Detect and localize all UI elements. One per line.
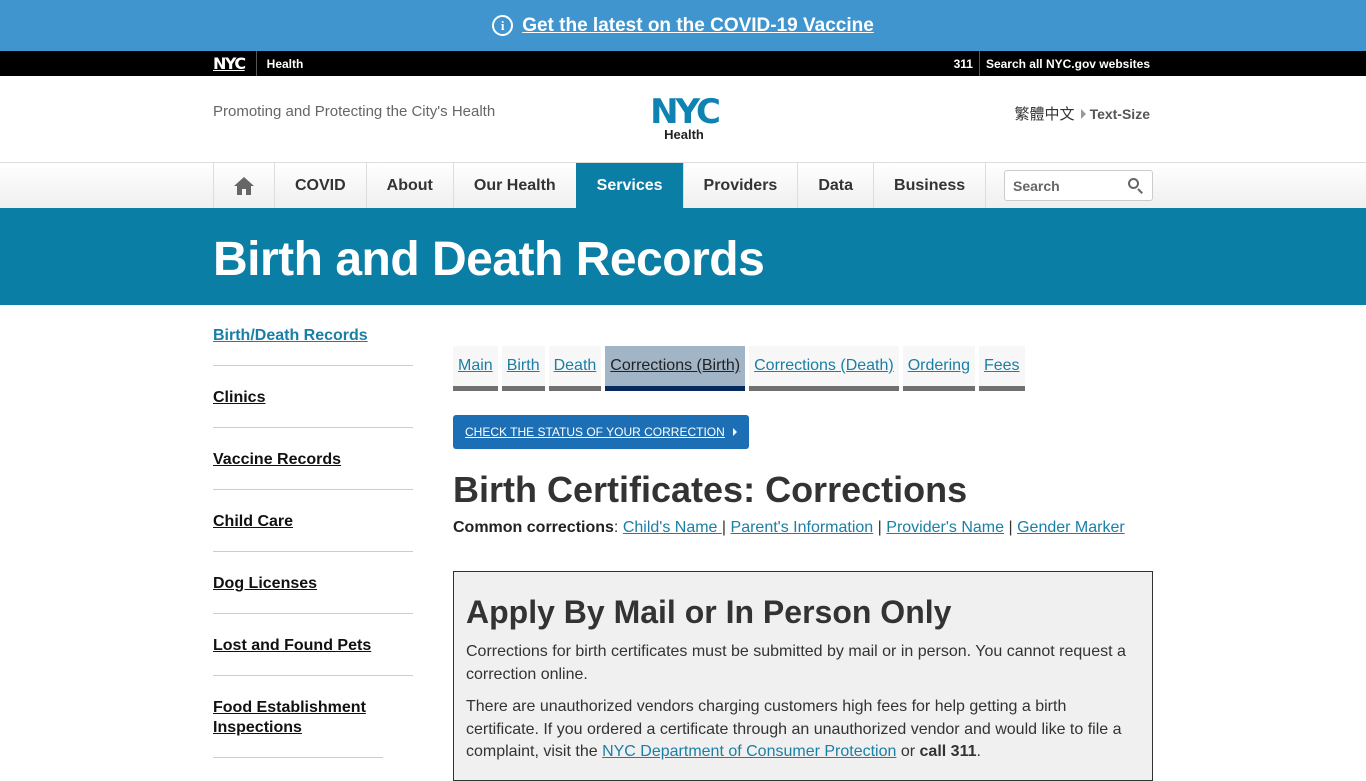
parents-information-link[interactable]: Parent's Information <box>731 519 874 536</box>
sidebar-item-lost-found-pets: Lost and Found Pets <box>213 633 413 676</box>
main-content: Main Birth Death Corrections (Birth) Cor… <box>453 346 1153 537</box>
gender-marker-link[interactable]: Gender Marker <box>1017 519 1125 536</box>
sidebar-link[interactable]: Food Establishment Inspections <box>213 698 383 738</box>
info-icon: i <box>492 15 514 36</box>
sidebar: Birth/Death Records Clinics Vaccine Reco… <box>213 323 413 777</box>
site-search <box>1004 170 1153 201</box>
triangle-right-icon <box>1080 108 1086 119</box>
nav-our-health[interactable]: Our Health <box>452 163 576 208</box>
text-size-link[interactable]: Text-Size <box>1090 106 1150 122</box>
sidebar-link[interactable]: Lost and Found Pets <box>213 636 413 656</box>
notice-paragraph-2: There are unauthorized vendors charging … <box>466 696 1140 764</box>
caret-right-icon <box>732 428 737 436</box>
nav-about[interactable]: About <box>365 163 453 208</box>
check-status-button[interactable]: CHECK THE STATUS OF YOUR CORRECTION <box>453 415 749 449</box>
home-icon <box>234 176 254 195</box>
section-heading: Birth Certificates: Corrections <box>453 469 968 510</box>
page-title-band: Birth and Death Records <box>0 208 1366 305</box>
tab-corrections-birth: Corrections (Birth) <box>605 346 746 391</box>
search-input[interactable] <box>1013 177 1124 194</box>
tab-link[interactable]: Death <box>554 357 597 375</box>
sidebar-link[interactable]: Child Care <box>213 512 413 532</box>
sidebar-item-vaccine-records: Vaccine Records <box>213 447 413 490</box>
tab-death: Death <box>548 346 602 391</box>
nav-covid[interactable]: COVID <box>274 163 366 208</box>
nav-data[interactable]: Data <box>797 163 873 208</box>
site-header: Promoting and Protecting the City's Heal… <box>0 76 1366 163</box>
health-agency-link[interactable]: Health <box>257 57 304 71</box>
sidebar-item-birth-death-records: Birth/Death Records <box>213 323 413 366</box>
notice-text: or <box>896 743 920 760</box>
covid-vaccine-link[interactable]: Get the latest on the COVID-19 Vaccine <box>522 15 874 37</box>
separator: | <box>721 519 727 536</box>
search-all-nyc-link[interactable]: Search all NYC.gov websites <box>980 57 1150 71</box>
nav-providers[interactable]: Providers <box>682 163 798 208</box>
main-nav: COVID About Our Health Services Provider… <box>0 163 1366 208</box>
logo-nyc-text: NYC <box>650 92 721 132</box>
nyc-logo-small[interactable]: NYC <box>213 51 257 76</box>
tab-link[interactable]: Ordering <box>908 357 970 375</box>
page-title: Birth and Death Records <box>213 233 765 286</box>
notice-text: . <box>976 743 981 760</box>
tab-link[interactable]: Corrections (Birth) <box>610 357 740 375</box>
sidebar-link[interactable]: Vaccine Records <box>213 450 413 470</box>
nav-business[interactable]: Business <box>873 163 987 208</box>
childs-name-link[interactable]: Child's Name <box>623 519 722 536</box>
tab-fees: Fees <box>978 346 1025 391</box>
tab-link[interactable]: Birth <box>507 357 540 375</box>
common-corrections-label: Common corrections <box>453 519 614 536</box>
sidebar-item-clinics: Clinics <box>213 385 413 428</box>
sidebar-link[interactable]: Birth/Death Records <box>213 326 413 346</box>
consumer-protection-link[interactable]: NYC Department of Consumer Protection <box>602 743 896 760</box>
language-link[interactable]: 繁體中文 <box>1015 103 1075 124</box>
call-311-text: call 311 <box>919 743 977 760</box>
section-tabs: Main Birth Death Corrections (Birth) Cor… <box>453 346 1153 391</box>
common-corrections: Common corrections: Child's Name | Paren… <box>453 519 1153 537</box>
notice-paragraph-1: Corrections for birth certificates must … <box>466 643 1126 683</box>
nyc-utility-bar: NYC Health 311 Search all NYC.gov websit… <box>0 51 1366 76</box>
colon: : <box>613 519 623 536</box>
nav-services[interactable]: Services <box>575 163 683 208</box>
sidebar-link[interactable]: Dog Licenses <box>213 574 413 594</box>
tab-birth: Birth <box>501 346 545 391</box>
check-status-label: CHECK THE STATUS OF YOUR CORRECTION <box>465 425 725 439</box>
tab-link[interactable]: Corrections (Death) <box>754 357 894 375</box>
separator: | <box>877 519 882 536</box>
tab-link[interactable]: Main <box>458 357 493 375</box>
notice-heading: Apply By Mail or In Person Only <box>466 594 952 630</box>
tagline: Promoting and Protecting the City's Heal… <box>213 103 496 120</box>
sidebar-item-child-care: Child Care <box>213 509 413 552</box>
mail-in-person-notice: Apply By Mail or In Person Only Correcti… <box>453 571 1153 781</box>
nav-home[interactable] <box>213 163 274 208</box>
header-tools: 繁體中文 Text-Size <box>1015 103 1150 124</box>
tab-main: Main <box>453 346 498 391</box>
tab-corrections-death: Corrections (Death) <box>749 346 899 391</box>
311-link[interactable]: 311 <box>954 51 980 76</box>
search-icon[interactable] <box>1128 177 1144 194</box>
tab-ordering: Ordering <box>902 346 975 391</box>
providers-name-link[interactable]: Provider's Name <box>886 519 1004 536</box>
separator: | <box>1008 519 1013 536</box>
nyc-health-logo[interactable]: NYC Health <box>642 92 726 141</box>
covid-alert-bar: i Get the latest on the COVID-19 Vaccine <box>0 0 1366 51</box>
sidebar-link[interactable]: Clinics <box>213 388 413 408</box>
sidebar-item-dog-licenses: Dog Licenses <box>213 571 413 614</box>
sidebar-item-food-inspections: Food Establishment Inspections <box>213 695 383 758</box>
tab-link[interactable]: Fees <box>984 357 1020 375</box>
